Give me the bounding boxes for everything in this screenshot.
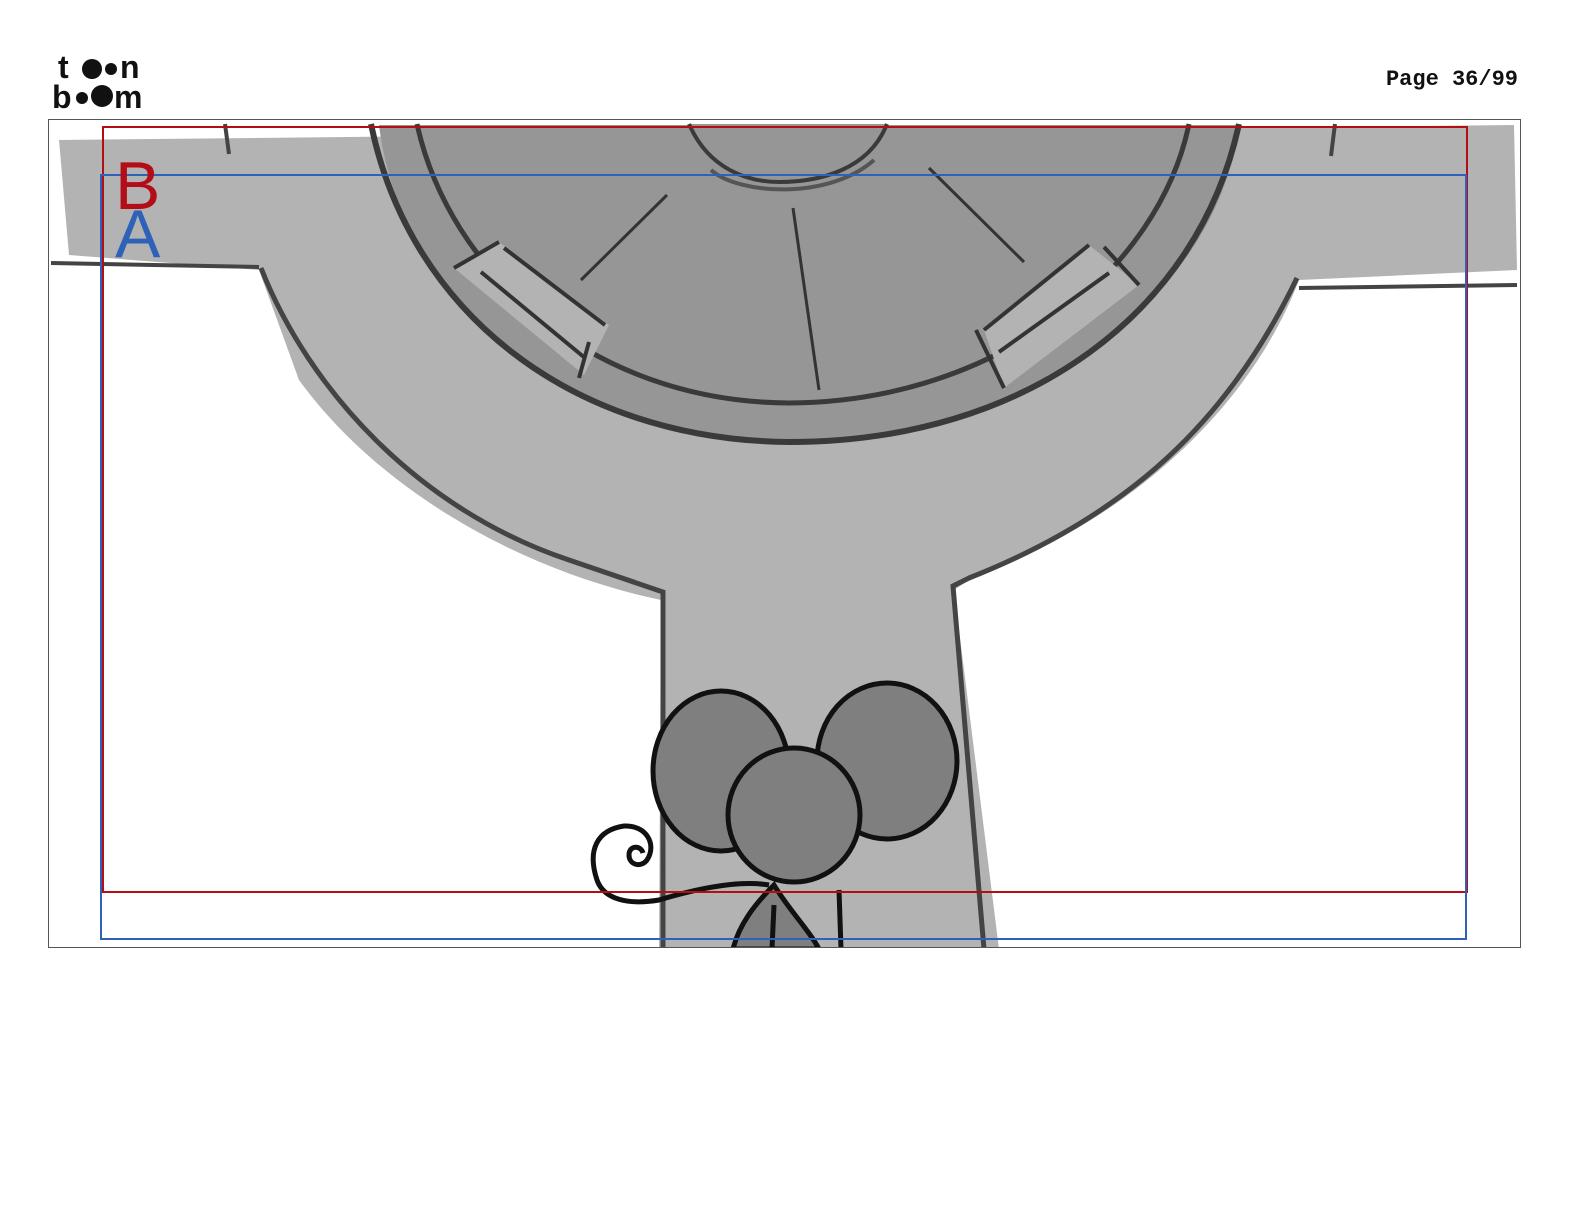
toonboom-logo: t n b m	[52, 49, 164, 115]
storyboard-panel: B A	[48, 119, 1521, 948]
panel-drawing	[50, 123, 1518, 947]
layer-a-label: A	[115, 196, 161, 272]
svg-text:b: b	[52, 79, 72, 112]
svg-text:m: m	[114, 79, 142, 112]
page-number: Page 36/99	[1385, 67, 1518, 92]
